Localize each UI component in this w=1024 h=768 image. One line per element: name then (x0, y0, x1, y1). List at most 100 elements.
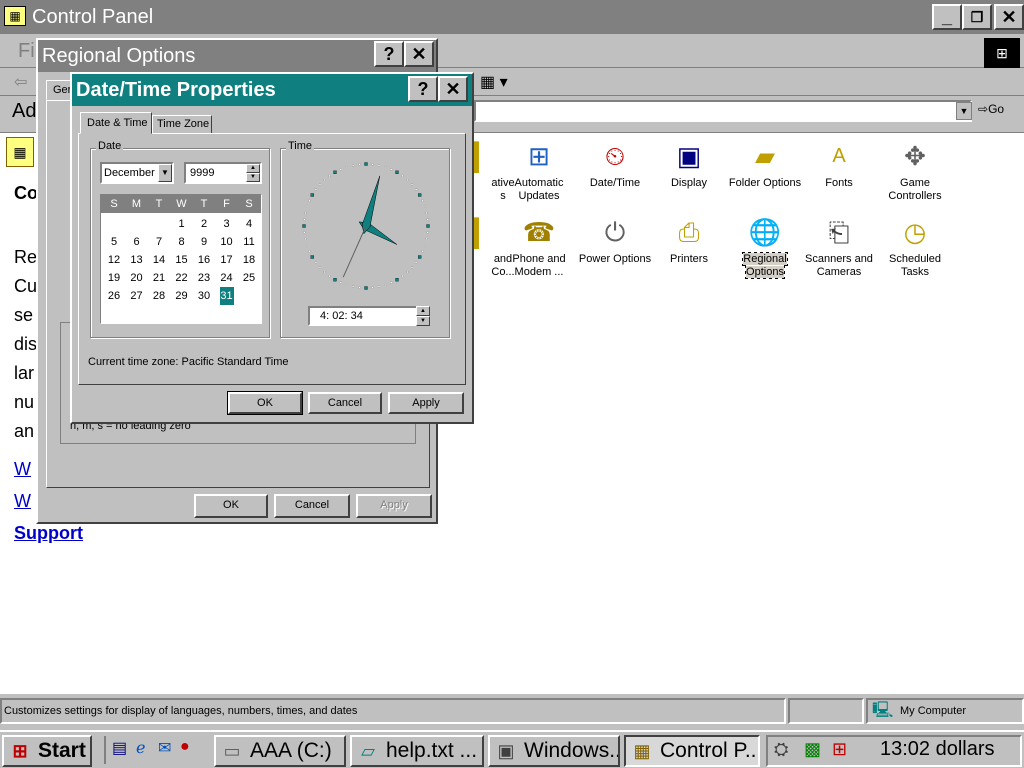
taskbar-button-help[interactable]: ▱ help.txt ... (350, 735, 484, 767)
internet-explorer-icon[interactable]: ℯ (136, 738, 145, 758)
calendar-day[interactable]: 17 (216, 251, 238, 269)
calendar-day[interactable]: 30 (193, 287, 215, 305)
cp-item-folder-options[interactable]: ▰ Folder Options (726, 139, 804, 190)
go-button[interactable]: ⇨Go (978, 102, 1004, 116)
close-button[interactable]: ✕ (994, 4, 1024, 30)
status-text-panel: Customizes settings for display of langu… (0, 698, 786, 724)
calendar-day[interactable]: 4 (238, 215, 260, 233)
link-w2[interactable]: W (14, 491, 31, 512)
calendar-day[interactable]: 8 (171, 233, 193, 251)
clock-minute-mark (371, 163, 374, 166)
calendar-day[interactable]: 14 (148, 251, 170, 269)
desktop-icon[interactable]: ▤ (112, 738, 127, 758)
cp-item-phone-modem[interactable]: ☎ Phone and Modem ... (500, 215, 578, 279)
regional-ok-button[interactable]: OK (194, 494, 268, 518)
cp-item-scanners-cameras[interactable]: ⎗ Scanners and Cameras (800, 215, 878, 279)
cp-item-automatic-updates[interactable]: ⊞ Automatic Updates (500, 139, 578, 203)
address-input[interactable] (474, 100, 972, 122)
calendar-day[interactable]: 6 (126, 233, 148, 251)
clock-minute-mark (358, 163, 361, 166)
tab-time-zone[interactable]: Time Zone (152, 115, 212, 134)
year-spinner[interactable]: 9999 ▲ ▼ (184, 162, 262, 184)
views-icon[interactable]: ▦ ▾ (480, 72, 508, 92)
back-arrow-icon[interactable]: ⇦ (14, 72, 27, 92)
calendar-day[interactable]: 19 (103, 269, 125, 287)
restore-button[interactable]: ❐ (962, 4, 992, 30)
calendar-day[interactable]: 16 (193, 251, 215, 269)
date-time-close-button[interactable]: ✕ (438, 76, 468, 102)
taskbar-button-windows[interactable]: ▣ Windows... (488, 735, 620, 767)
regional-apply-button[interactable]: Apply (356, 494, 432, 518)
green-tray-icon[interactable]: ▩ (804, 739, 821, 760)
cp-item-game-controllers[interactable]: ✥ Game Controllers (876, 139, 954, 203)
date-time-ok-button[interactable]: OK (227, 391, 303, 415)
date-time-help-button[interactable]: ? (408, 76, 438, 102)
calendar-day[interactable]: 29 (171, 287, 193, 305)
clock-minute-mark (308, 250, 311, 253)
my-computer-icon: 🖳 (872, 702, 894, 719)
menu-file[interactable]: Fi (18, 40, 35, 63)
regional-cancel-button[interactable]: Cancel (274, 494, 350, 518)
clock-minute-mark (318, 183, 321, 186)
calendar-day[interactable]: 3 (216, 215, 238, 233)
cp-item-power-options[interactable]: ⏻ Power Options (576, 215, 654, 266)
calendar-day[interactable]: 10 (216, 233, 238, 251)
taskbar-button-control-panel[interactable]: ▦ Control P... (624, 735, 760, 767)
clock-minute-mark (339, 168, 342, 171)
calendar-day[interactable]: 26 (103, 287, 125, 305)
calendar-day[interactable]: 11 (238, 233, 260, 251)
regional-help-button[interactable]: ? (374, 41, 404, 67)
calendar-day[interactable]: 5 (103, 233, 125, 251)
year-spin-down-icon[interactable]: ▼ (246, 173, 260, 182)
control-panel-titlebar[interactable]: ▦ Control Panel (0, 0, 1024, 34)
time-spin-up-icon[interactable]: ▲ (416, 306, 430, 316)
clock-minute-mark (426, 231, 429, 234)
calendar-day[interactable]: 27 (126, 287, 148, 305)
start-button[interactable]: ⊞ Start (2, 735, 92, 767)
calendar-day[interactable]: 21 (148, 269, 170, 287)
network-tray-icon[interactable]: ⛭ (774, 739, 788, 760)
month-dropdown[interactable]: December ▼ (100, 162, 174, 184)
time-spin-down-icon[interactable]: ▼ (416, 316, 430, 326)
cp-item-scheduled-tasks[interactable]: ◷ Scheduled Tasks (876, 215, 954, 279)
calendar-day[interactable]: 20 (126, 269, 148, 287)
calendar-day[interactable]: 22 (171, 269, 193, 287)
calendar-day[interactable]: 12 (103, 251, 125, 269)
tab-date-time[interactable]: Date & Time (80, 112, 152, 134)
regional-close-button[interactable]: ✕ (404, 41, 434, 67)
calendar-day[interactable]: 1 (171, 215, 193, 233)
cp-item-fonts[interactable]: A Fonts (800, 139, 878, 190)
calendar-day[interactable]: 2 (193, 215, 215, 233)
tray-clock[interactable]: 13:02 dollars (880, 738, 995, 761)
date-time-cancel-button[interactable]: Cancel (308, 392, 382, 414)
cp-item-printers[interactable]: ⎙ Printers (650, 215, 728, 266)
link-support[interactable]: Support (14, 523, 83, 544)
year-spin-up-icon[interactable]: ▲ (246, 164, 260, 173)
minimize-button[interactable]: _ (932, 4, 962, 30)
calendar-day[interactable]: 18 (238, 251, 260, 269)
calendar-day[interactable]: 28 (148, 287, 170, 305)
calendar-day[interactable]: 25 (238, 269, 260, 287)
month-dropdown-arrow-icon[interactable]: ▼ (158, 164, 172, 182)
calendar-day[interactable]: 24 (216, 269, 238, 287)
taskbar-button-drive[interactable]: ▭ AAA (C:) (214, 735, 346, 767)
date-time-apply-button[interactable]: Apply (388, 392, 464, 414)
cp-item-date-time[interactable]: ⏲ Date/Time (576, 139, 654, 190)
cp-item-regional-options[interactable]: 🌐 Regional Options (726, 215, 804, 279)
media-icon[interactable]: ● (180, 738, 190, 756)
outlook-icon[interactable]: ✉ (158, 738, 171, 758)
calendar-day[interactable]: 23 (193, 269, 215, 287)
calendar-day[interactable]: 15 (171, 251, 193, 269)
cp-item-display[interactable]: ▣ Display (650, 139, 728, 190)
calendar-day[interactable]: 9 (193, 233, 215, 251)
scanner-icon: ⎗ (828, 217, 850, 247)
clock-hour-mark (364, 162, 368, 166)
clock-hour-mark (418, 255, 422, 259)
calendar-day[interactable]: 13 (126, 251, 148, 269)
link-w1[interactable]: W (14, 459, 31, 480)
address-dropdown-button[interactable]: ▼ (956, 102, 972, 120)
calendar-day[interactable]: 7 (148, 233, 170, 251)
calendar-day[interactable]: 31 (219, 287, 234, 305)
time-spinner[interactable]: 4: 02: 34 (308, 306, 430, 326)
windows-tray-icon[interactable]: ⊞ (832, 739, 847, 760)
